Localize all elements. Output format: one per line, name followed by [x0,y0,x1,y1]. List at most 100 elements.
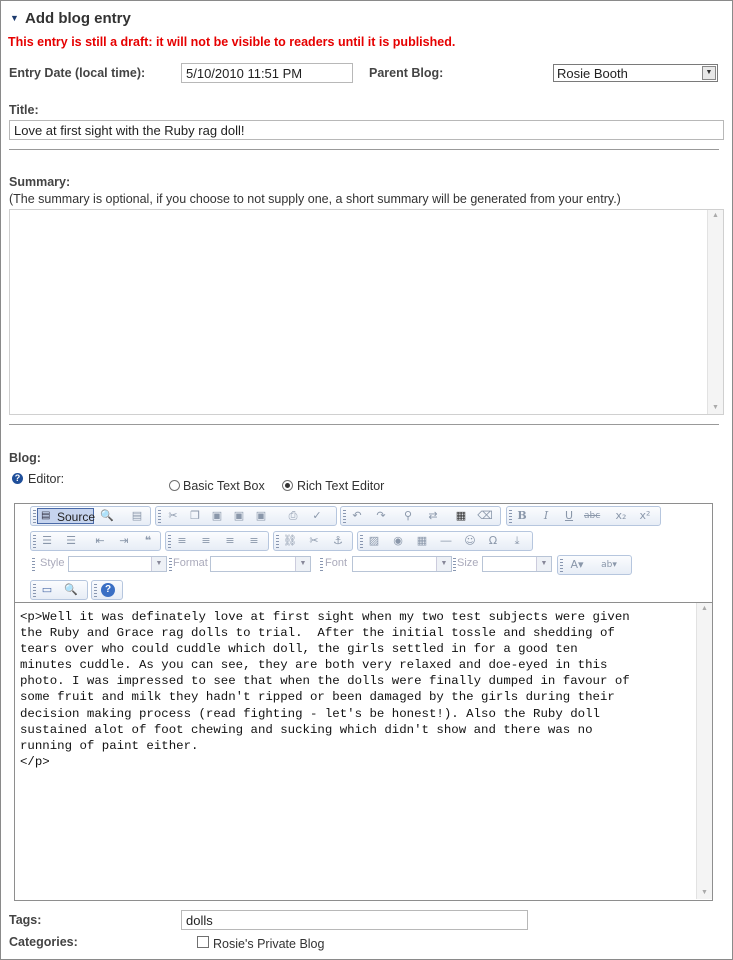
about-icon[interactable]: ? [101,583,115,597]
cut-icon[interactable]: ✂ [165,509,181,523]
numbered-list-icon[interactable]: ☰ [39,534,55,548]
toolbar-group: A▾ ab▾ [557,555,632,575]
parent-blog-label: Parent Blog: [369,66,444,80]
scroll-up-icon[interactable]: ▲ [697,603,712,615]
underline-icon[interactable]: U [561,509,577,523]
scroll-down-icon[interactable]: ▼ [708,402,723,414]
editor-label: Editor: [28,472,65,486]
image-icon[interactable]: ▨ [366,534,382,548]
replace-icon[interactable]: ⇄ [425,509,441,523]
format-label: Format [173,557,208,569]
align-right-icon[interactable]: ≡ [222,534,238,548]
paste-word-icon[interactable]: ▣ [253,509,269,523]
toolbar-grip [94,584,97,598]
chevron-down-icon[interactable]: ▼ [295,557,310,571]
toolbar-group: ? [91,580,123,600]
toolbar-grip [343,510,346,524]
style-label: Style [40,557,65,569]
smiley-icon[interactable]: ☺ [462,534,478,548]
scroll-down-icon[interactable]: ▼ [697,887,712,899]
indent-icon[interactable]: ⇥ [116,534,132,548]
paste-icon[interactable]: ▣ [209,509,225,523]
title-label: Title: [9,103,39,117]
editor-source-area[interactable]: <p>Well it was definately love at first … [15,602,712,900]
print-icon[interactable]: ⎙ [285,509,301,523]
editor-scrollbar[interactable]: ▲ ▼ [696,603,712,899]
spellcheck-icon[interactable]: ✓ [309,509,325,523]
toolbar-grip [158,510,161,524]
bulleted-list-icon[interactable]: ☰ [63,534,79,548]
scroll-up-icon[interactable]: ▲ [708,210,723,222]
font-combo[interactable]: ▼ [352,556,452,572]
source-label: Source [57,510,96,524]
toolbar-grip [169,558,172,572]
chevron-down-icon[interactable]: ▼ [536,557,551,571]
maximize-icon[interactable]: ▭ [39,583,55,597]
paste-text-icon[interactable]: ▣ [231,509,247,523]
chevron-down-icon[interactable]: ▼ [436,557,451,571]
undo-icon[interactable]: ↶ [349,509,365,523]
dropdown-arrow-icon[interactable]: ▼ [702,66,716,80]
redo-icon[interactable]: ↷ [373,509,389,523]
remove-format-icon[interactable]: ⌫ [477,509,493,523]
entry-date-field[interactable] [181,63,353,83]
subscript-icon[interactable]: x₂ [613,509,629,523]
toolbar-grip [33,584,36,598]
tags-field[interactable] [181,910,528,930]
toolbar-group: Style ▼ Format ▼ Font ▼ Size ▼ [30,555,554,575]
toolbar-grip [453,558,456,572]
superscript-icon[interactable]: x² [637,509,653,523]
title-field[interactable] [9,120,724,140]
basic-text-radio[interactable] [169,480,180,491]
style-combo[interactable]: ▼ [68,556,167,572]
toolbar-grip [320,558,323,572]
bold-icon[interactable]: B [514,509,530,523]
flash-icon[interactable]: ◉ [390,534,406,548]
bg-color-icon[interactable]: ab▾ [596,558,622,572]
parent-blog-select[interactable]: Rosie Booth ▼ [553,64,718,82]
text-color-icon[interactable]: A▾ [566,558,588,572]
outdent-icon[interactable]: ⇤ [92,534,108,548]
special-char-icon[interactable]: Ω [485,534,501,548]
divider [9,149,719,150]
blockquote-icon[interactable]: ❝ [140,534,156,548]
preview-icon[interactable]: 🔍 [99,509,115,523]
page-break-icon[interactable]: ⤓ [509,534,525,548]
entry-date-label: Entry Date (local time): [9,66,146,80]
format-combo[interactable]: ▼ [210,556,311,572]
chevron-down-icon[interactable]: ▼ [151,557,166,571]
find-icon[interactable]: ⚲ [400,509,416,523]
section-title: Add blog entry [25,10,131,27]
summary-scrollbar[interactable]: ▲ ▼ [707,210,723,414]
select-all-icon[interactable]: ▦ [453,509,469,523]
unlink-icon[interactable]: ✂ [306,534,322,548]
toolbar-group: ▭ 🔍 [30,580,88,600]
toolbar-grip [509,510,512,524]
summary-textarea[interactable]: ▲ ▼ [9,209,724,415]
align-left-icon[interactable]: ≡ [174,534,190,548]
help-icon[interactable]: ? [12,473,23,484]
copy-icon[interactable]: ❐ [187,509,203,523]
toolbar-group: B I U abc x₂ x² [506,506,661,526]
table-icon[interactable]: ▦ [414,534,430,548]
size-combo[interactable]: ▼ [482,556,552,572]
toolbar-grip [168,535,171,549]
anchor-icon[interactable]: ⚓ [330,534,346,548]
rich-text-radio[interactable] [282,480,293,491]
show-blocks-icon[interactable]: 🔍 [63,583,79,597]
italic-icon[interactable]: I [538,509,554,523]
source-button[interactable]: ▤ Source [37,508,96,524]
horizontal-rule-icon[interactable]: ― [438,534,454,548]
strikethrough-icon[interactable]: abc [584,509,600,523]
editor-source-text[interactable]: <p>Well it was definately love at first … [20,609,630,770]
basic-text-label: Basic Text Box [183,479,265,493]
justify-icon[interactable]: ≡ [246,534,262,548]
collapse-triangle-icon[interactable]: ▼ [10,13,19,23]
toolbar-grip [360,535,363,549]
font-label: Font [325,557,348,569]
category-checkbox[interactable] [197,936,209,948]
toolbar-grip [32,558,35,572]
link-icon[interactable]: ⛓ [282,534,298,548]
align-center-icon[interactable]: ≡ [198,534,214,548]
templates-icon[interactable]: ▤ [129,509,145,523]
